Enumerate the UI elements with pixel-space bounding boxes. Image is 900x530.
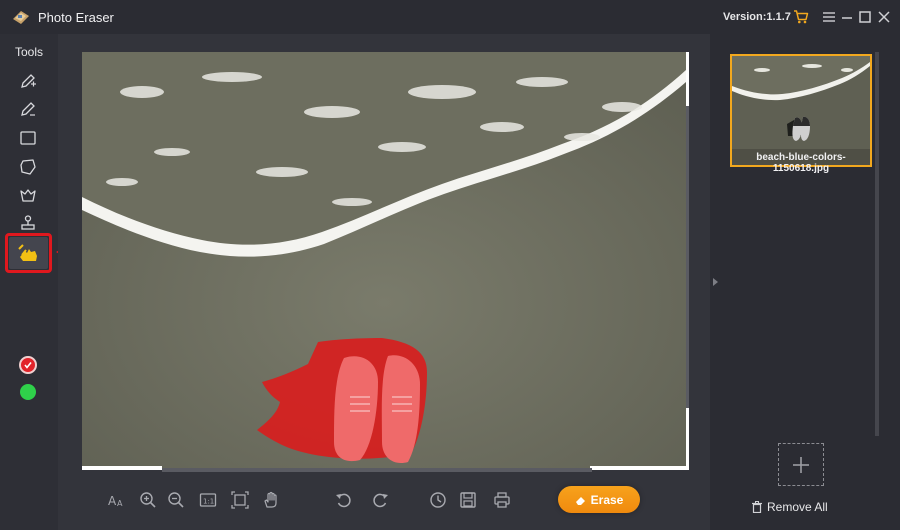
print-icon <box>494 492 510 508</box>
red-check-icon[interactable] <box>19 356 37 374</box>
panel-collapse-arrow-icon[interactable] <box>710 274 722 290</box>
polygon-lasso-tool[interactable] <box>17 185 39 207</box>
pencil-minus-tool[interactable] <box>17 98 39 120</box>
zoom-in-button[interactable] <box>138 490 158 510</box>
save-icon <box>460 492 476 508</box>
fit-button[interactable] <box>230 490 250 510</box>
history-icon <box>430 492 446 508</box>
fit-icon <box>231 491 249 509</box>
stamp-icon <box>21 215 35 230</box>
remove-all-label: Remove All <box>767 500 828 514</box>
plus-icon <box>793 456 809 473</box>
file-thumbnail-image <box>732 56 870 149</box>
zoom-out-icon <box>168 492 184 508</box>
svg-text:A: A <box>117 499 123 508</box>
erase-button-label: Erase <box>590 492 624 507</box>
hand-brush-icon <box>18 244 37 261</box>
app-title: Photo Eraser <box>38 10 114 25</box>
lasso-tool[interactable] <box>17 156 39 178</box>
photo-eraser-app: Photo Eraser Version:1.1.7 Tools A A 1:1… <box>0 0 900 530</box>
svg-text:1:1: 1:1 <box>203 498 214 506</box>
photo-edge-bottom-right <box>590 466 686 470</box>
history-button[interactable] <box>428 490 448 510</box>
print-button[interactable] <box>492 490 512 510</box>
rectangle-select-tool[interactable] <box>17 127 39 149</box>
pencil-plus-tool[interactable] <box>17 70 39 92</box>
maximize-icon[interactable] <box>857 9 873 25</box>
hand-pan-icon <box>264 491 277 508</box>
save-button[interactable] <box>458 490 478 510</box>
photo-edge-top-right <box>686 52 689 106</box>
canvas-horizontal-scrollbar[interactable] <box>162 468 592 472</box>
photo-edge-bottom-left <box>82 466 162 470</box>
trash-icon <box>752 501 762 513</box>
close-icon[interactable] <box>876 9 892 25</box>
tools-label: Tools <box>14 45 43 59</box>
bottom-toolbar: A A 1:1 Erase <box>58 480 710 530</box>
hand-pan-button[interactable] <box>261 490 281 510</box>
zoom-in-icon <box>140 492 156 508</box>
zoom-out-button[interactable] <box>166 490 186 510</box>
photo-edge-bottom-right-v <box>686 408 689 470</box>
hand-brush-tool[interactable] <box>16 242 40 266</box>
rectangle-select-icon <box>20 131 36 145</box>
text-size-icon: A A <box>108 494 123 508</box>
green-dot-icon[interactable] <box>20 384 36 400</box>
app-logo-icon <box>13 11 29 24</box>
thumbnail-photo <box>732 56 870 149</box>
polygon-lasso-icon <box>20 189 36 202</box>
erase-button[interactable]: Erase <box>558 486 640 513</box>
minimize-icon[interactable] <box>839 9 855 25</box>
pencil-plus-icon <box>21 74 36 88</box>
actual-size-icon: 1:1 <box>199 493 217 507</box>
remove-all-button[interactable]: Remove All <box>751 500 828 514</box>
redo-icon <box>373 493 388 508</box>
file-thumbnail-card[interactable]: beach-blue-colors-1150618.jpg <box>730 54 872 174</box>
title-bar: Photo Eraser Version:1.1.7 <box>0 0 900 34</box>
svg-text:A: A <box>108 494 117 508</box>
redo-button[interactable] <box>370 490 390 510</box>
stamp-tool[interactable] <box>17 212 39 234</box>
text-size-button[interactable]: A A <box>106 490 126 510</box>
photo-content <box>82 52 686 470</box>
cart-icon[interactable] <box>793 9 809 25</box>
menu-icon[interactable] <box>821 9 837 25</box>
lasso-icon <box>20 159 36 175</box>
tools-sidebar: Tools <box>0 34 58 530</box>
check-icon <box>24 362 32 369</box>
actual-size-button[interactable]: 1:1 <box>198 490 218 510</box>
file-name-label: beach-blue-colors-1150618.jpg <box>756 152 846 174</box>
beach-photo[interactable] <box>82 52 686 470</box>
canvas-area[interactable] <box>58 34 710 530</box>
eraser-icon <box>575 496 585 505</box>
pencil-minus-icon <box>21 102 35 116</box>
version-label: Version:1.1.7 <box>723 11 791 23</box>
file-list-scrollbar[interactable] <box>875 52 879 436</box>
add-file-button[interactable] <box>778 443 824 486</box>
canvas-vertical-scrollbar[interactable] <box>686 106 689 408</box>
undo-icon <box>336 493 351 508</box>
undo-button[interactable] <box>334 490 354 510</box>
